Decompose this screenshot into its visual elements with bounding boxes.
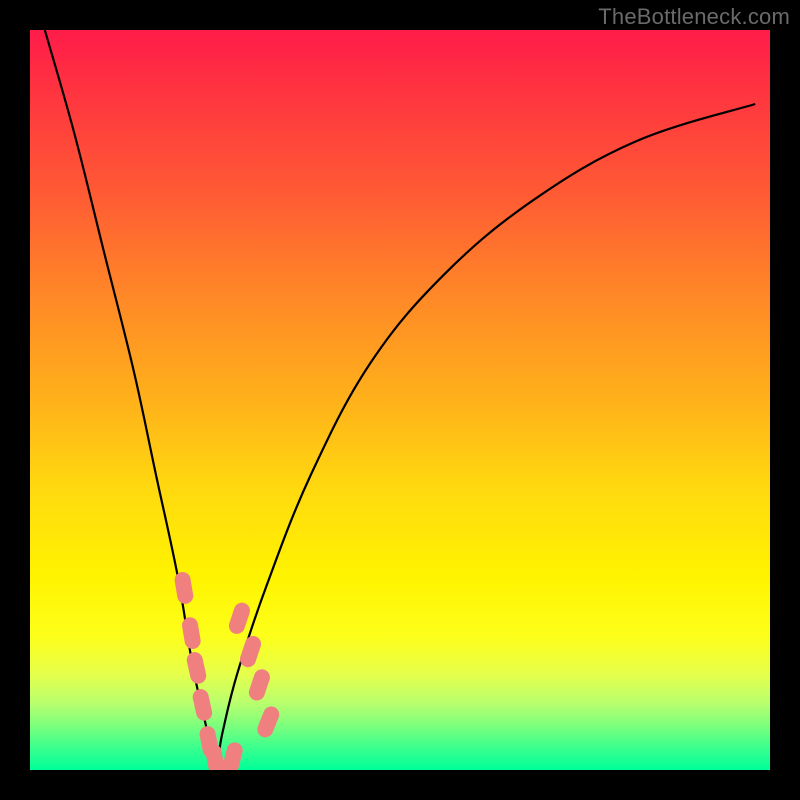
curve-group: [45, 30, 755, 770]
bead-marker: [227, 601, 252, 636]
bead-marker: [181, 616, 202, 650]
chart-frame: TheBottleneck.com: [0, 0, 800, 800]
bead-marker: [238, 634, 263, 669]
bottleneck-curve: [45, 30, 755, 770]
bead-marker: [173, 571, 194, 605]
watermark-text: TheBottleneck.com: [598, 4, 790, 30]
plot-area: [30, 30, 770, 770]
bead-marker: [255, 704, 282, 740]
plot-svg: [30, 30, 770, 770]
beads-group: [173, 571, 281, 770]
bead-marker: [221, 741, 244, 770]
bead-marker: [185, 651, 208, 686]
bead-marker: [247, 667, 272, 702]
bead-marker: [191, 688, 214, 723]
